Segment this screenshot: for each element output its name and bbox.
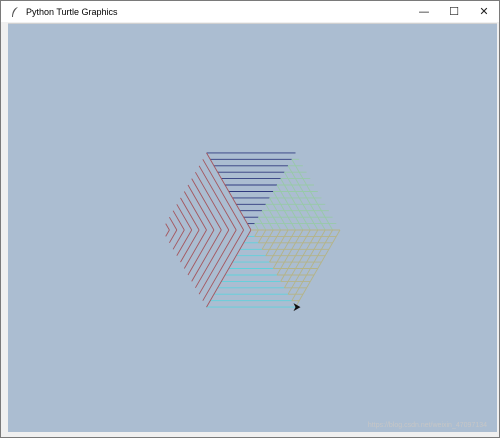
left-rhombus-line (198, 229, 237, 295)
left-rhombus-line (187, 184, 215, 231)
right-lower-line (291, 229, 333, 301)
turtle-canvas[interactable]: https://blog.csdn.net/weixin_47097134 (8, 23, 497, 432)
maximize-button[interactable]: ☐ (439, 1, 469, 22)
window-left-edge (1, 22, 8, 437)
left-rhombus-line (176, 229, 193, 256)
left-rhombus-line (169, 229, 178, 244)
right-upper-line (254, 223, 259, 231)
close-button[interactable]: ✕ (469, 1, 499, 22)
close-icon: ✕ (479, 5, 489, 18)
left-rhombus-line (176, 204, 193, 231)
watermark: https://blog.csdn.net/weixin_47097134 (367, 422, 487, 429)
turtle-drawing (165, 152, 341, 312)
right-lower-line (284, 229, 319, 289)
left-rhombus-line (180, 197, 200, 231)
left-rhombus-line (202, 159, 244, 231)
minimize-button[interactable]: — (409, 1, 439, 22)
right-upper-line (269, 197, 289, 231)
left-rhombus-line (165, 229, 170, 237)
left-rhombus-line (180, 229, 200, 263)
left-rhombus-line (165, 223, 170, 231)
left-rhombus-line (195, 171, 230, 231)
title-bar[interactable]: Python Turtle Graphics — ☐ ✕ (1, 1, 499, 22)
right-upper-line (284, 171, 319, 231)
right-upper-line (291, 159, 333, 231)
left-rhombus-line (195, 229, 230, 289)
left-rhombus-line (187, 229, 215, 276)
maximize-icon: ☐ (449, 5, 459, 18)
window-controls: — ☐ ✕ (409, 1, 499, 22)
right-lower-line (254, 229, 259, 237)
turtle-window: Python Turtle Graphics — ☐ ✕ https://blo… (0, 0, 500, 438)
feather-icon (7, 4, 23, 20)
left-rhombus-line (191, 178, 222, 231)
right-lower-line (269, 229, 289, 263)
left-rhombus-line (202, 229, 244, 301)
window-title: Python Turtle Graphics (26, 6, 118, 17)
left-rhombus-line (191, 229, 222, 282)
left-rhombus-line (198, 165, 237, 231)
left-rhombus-line (169, 216, 178, 231)
minimize-icon: — (418, 5, 430, 18)
